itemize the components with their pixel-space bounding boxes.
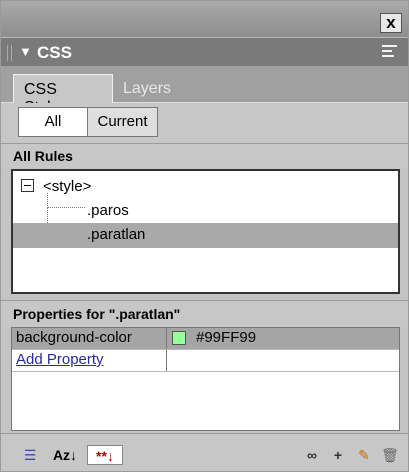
collapse-caret-icon[interactable]: ▼ <box>19 44 32 59</box>
property-value[interactable]: #99FF99 <box>196 329 256 346</box>
edit-style-icon[interactable]: ✎ <box>353 445 375 465</box>
column-divider <box>166 328 167 349</box>
new-css-rule-icon[interactable]: + <box>327 445 349 465</box>
options-menu-icon[interactable] <box>382 45 397 60</box>
collapse-icon[interactable] <box>21 179 34 192</box>
current-view-button[interactable]: Current <box>88 107 158 137</box>
rule-item-paratlan[interactable]: .paratlan <box>13 223 398 248</box>
tab-layers[interactable]: Layers <box>113 74 193 103</box>
property-row[interactable]: background-color #99FF99 <box>12 328 399 349</box>
alphabetical-view-icon[interactable]: Az↓ <box>47 445 83 465</box>
attach-stylesheet-icon[interactable]: ∞ <box>301 445 323 465</box>
all-rules-label: All Rules <box>1 143 408 169</box>
panel-titlebar[interactable]: x <box>1 1 408 37</box>
drag-grip-icon[interactable] <box>7 45 12 61</box>
close-panel-button[interactable]: x <box>380 13 402 33</box>
properties-grid: background-color #99FF99 Add Property <box>11 327 400 431</box>
properties-header: Properties for ".paratlan" <box>1 300 408 327</box>
column-divider <box>166 350 167 371</box>
rule-label: .paros <box>87 202 129 219</box>
row-divider <box>12 371 399 372</box>
delete-css-rule-icon[interactable]: 🗑 <box>379 445 401 465</box>
panel-group-header[interactable]: ▼ CSS <box>1 37 408 66</box>
view-switcher: All Current <box>1 103 408 143</box>
all-view-button[interactable]: All <box>18 107 88 137</box>
category-view-icon[interactable]: ☰ <box>17 445 43 465</box>
rule-label: .paratlan <box>87 226 146 243</box>
color-swatch[interactable] <box>172 331 186 345</box>
tab-css-styles[interactable]: CSS Styles <box>13 74 113 116</box>
add-property-row: Add Property <box>12 350 399 371</box>
bottom-toolbar: ☰ Az↓ **↓ ∞ + ✎ 🗑 <box>1 433 408 471</box>
tab-bar: CSS Styles Layers <box>1 66 408 116</box>
panel-group-title: CSS <box>37 43 72 62</box>
property-name: background-color <box>16 329 132 346</box>
rules-tree: <style> .paros .paratlan <box>11 169 400 294</box>
add-property-link[interactable]: Add Property <box>16 351 104 368</box>
css-panel: x ▼ CSS CSS Styles Layers All Current Al… <box>0 0 409 472</box>
set-properties-view-icon[interactable]: **↓ <box>87 445 123 465</box>
